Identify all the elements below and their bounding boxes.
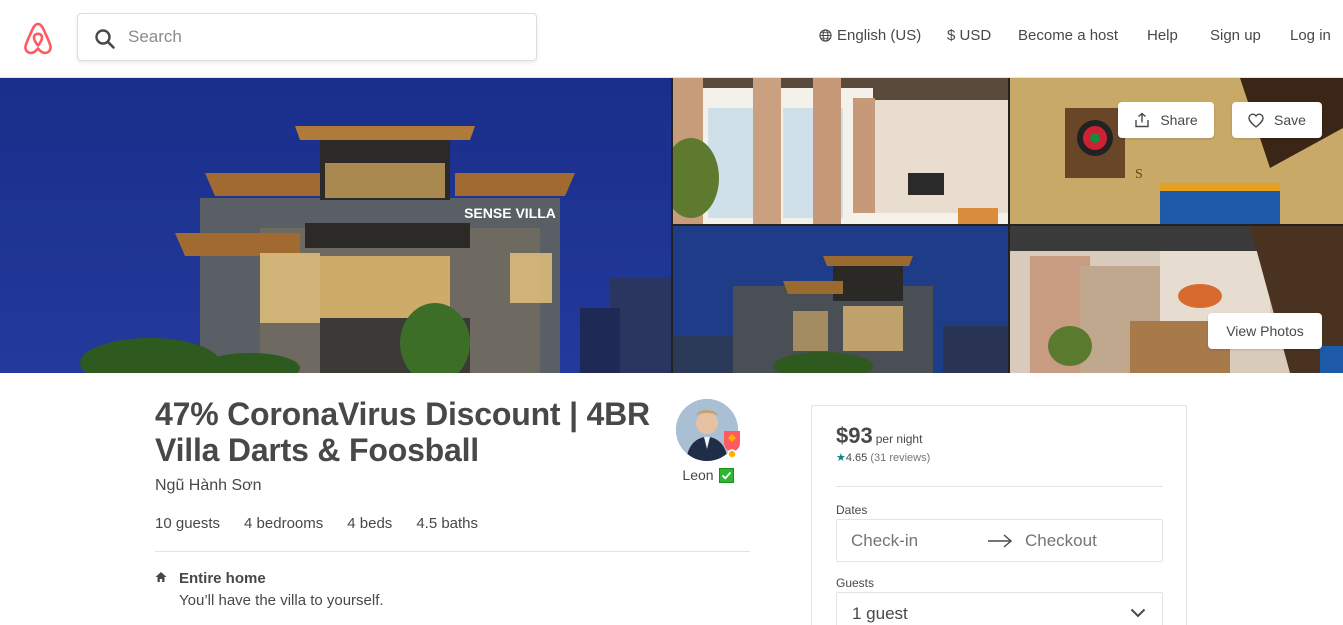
- rating-value: 4.65: [845, 452, 868, 464]
- log-in-link[interactable]: Log in: [1290, 27, 1331, 44]
- view-photos-button[interactable]: View Photos: [1208, 313, 1322, 349]
- bedroom-image: [673, 78, 1008, 224]
- save-label: Save: [1274, 112, 1306, 128]
- search-input[interactable]: [128, 22, 518, 52]
- listing-title: 47% CoronaVirus Discount | 4BR Villa Dar…: [155, 396, 650, 468]
- exterior-night-photo[interactable]: [673, 226, 1008, 373]
- guests-count: 10 guests: [155, 515, 221, 532]
- verified-check-icon: [718, 467, 734, 483]
- villa-exterior-image: SENSE VILLA: [0, 78, 671, 373]
- feature-description: You’ll have the villa to yourself.: [179, 592, 384, 609]
- star-icon: ★: [836, 452, 846, 464]
- baths-count: 4.5 baths: [416, 515, 479, 532]
- main-photo[interactable]: SENSE VILLA: [0, 78, 671, 373]
- game-room-image: S: [1010, 78, 1343, 224]
- airbnb-logo-icon[interactable]: [22, 21, 54, 55]
- host-name-label: Leon: [682, 467, 714, 483]
- home-icon: [155, 572, 167, 582]
- host-profile[interactable]: Leon: [676, 399, 740, 483]
- host-name[interactable]: Leon: [676, 467, 740, 483]
- svg-text:S: S: [1135, 167, 1143, 182]
- beds-count: 4 beds: [347, 515, 393, 532]
- language-selector[interactable]: English (US): [819, 27, 921, 44]
- bedroom-photo[interactable]: [673, 78, 1008, 224]
- check-in-input[interactable]: Check-in: [851, 531, 918, 551]
- top-header: English (US) $ USD Become a host Help Si…: [0, 0, 1343, 78]
- exterior-night-image: [673, 226, 1008, 373]
- heart-icon: [1248, 113, 1264, 128]
- dates-picker: Check-in Checkout: [836, 519, 1163, 562]
- guests-value: 1 guest: [852, 604, 908, 623]
- help-link[interactable]: Help: [1147, 27, 1178, 44]
- guests-selector[interactable]: 1 guest: [836, 592, 1163, 625]
- per-night-label: per night: [875, 432, 923, 446]
- booking-card: $93 per night ★4.65 (31 reviews) Dates Ch…: [811, 405, 1187, 625]
- price-value: $93: [836, 423, 873, 448]
- reviews-count: (31 reviews): [870, 452, 931, 464]
- card-divider: [836, 486, 1163, 487]
- listing-location[interactable]: Ngũ Hành Sơn: [155, 477, 262, 495]
- game-room-photo[interactable]: S: [1010, 78, 1343, 224]
- become-host-link[interactable]: Become a host: [1018, 27, 1118, 44]
- superhost-badge-icon: [724, 431, 740, 459]
- checkout-input[interactable]: Checkout: [1025, 531, 1097, 551]
- arrow-right-icon: [988, 534, 1013, 548]
- living-room-photo[interactable]: [1010, 226, 1343, 373]
- nightly-price: $93 per night: [836, 423, 922, 449]
- villa-sign-text: SENSE VILLA: [464, 205, 556, 221]
- listing-specs: 10 guests 4 bedrooms 4 beds 4.5 baths: [155, 515, 502, 532]
- rating-summary[interactable]: ★4.65 (31 reviews): [836, 451, 930, 464]
- photo-gallery: SENSE VILLA S Share Save View Photos: [0, 78, 1343, 373]
- save-button[interactable]: Save: [1232, 102, 1322, 138]
- share-label: Share: [1160, 112, 1198, 128]
- sign-up-link[interactable]: Sign up: [1210, 27, 1261, 44]
- globe-icon: [819, 29, 832, 42]
- share-icon: [1135, 112, 1150, 128]
- chevron-down-icon: [1130, 608, 1146, 618]
- living-room-image: [1010, 226, 1343, 373]
- guests-label: Guests: [836, 576, 875, 590]
- currency-selector[interactable]: $ USD: [947, 27, 991, 44]
- share-button[interactable]: Share: [1118, 102, 1214, 138]
- bedrooms-count: 4 bedrooms: [244, 515, 324, 532]
- section-divider: [155, 551, 750, 552]
- language-label: English (US): [837, 27, 922, 44]
- search-icon: [95, 29, 115, 49]
- search-bar[interactable]: [77, 13, 537, 61]
- feature-title: Entire home: [179, 570, 266, 587]
- dates-label: Dates: [836, 503, 868, 517]
